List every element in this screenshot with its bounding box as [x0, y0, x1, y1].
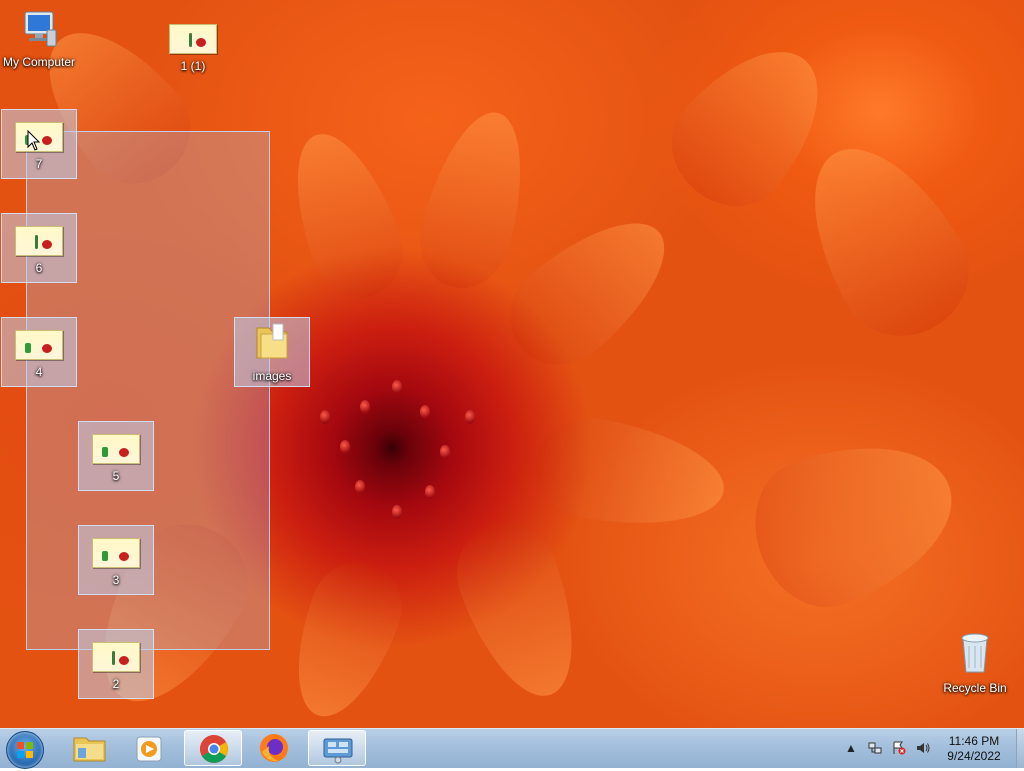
wallpaper-seed — [340, 440, 350, 454]
clock-time: 11:46 PM — [948, 734, 1000, 748]
desktop-icon-file-3[interactable]: 3 — [78, 525, 154, 595]
image-file-icon — [92, 434, 140, 464]
image-file-icon — [15, 330, 63, 360]
desktop-icon-label: 5 — [112, 469, 120, 483]
wallpaper-petal — [408, 101, 542, 299]
computer-icon — [24, 11, 57, 47]
desktop-icon-label: 2 — [112, 677, 120, 691]
image-file-icon — [92, 642, 140, 672]
desktop-icon-label: My Computer — [2, 55, 76, 69]
desktop-icon-file-2[interactable]: 2 — [78, 629, 154, 699]
taskbar-firefox[interactable] — [245, 730, 303, 766]
network-icon[interactable] — [868, 741, 882, 755]
wallpaper-petal — [488, 193, 692, 387]
mouse-cursor-icon — [27, 130, 41, 151]
chrome-icon — [200, 735, 228, 763]
wallpaper-petal — [735, 415, 975, 625]
taskbar-media-player[interactable] — [120, 730, 178, 766]
wallpaper-petal — [275, 549, 415, 728]
wallpaper-seed — [420, 405, 430, 419]
image-file-icon — [15, 226, 63, 256]
recycle-bin-icon — [961, 633, 989, 673]
media-player-icon — [136, 736, 162, 762]
volume-icon[interactable] — [916, 741, 930, 755]
desktop-icon-recycle-bin[interactable]: Recycle Bin — [937, 630, 1013, 695]
desktop-icon-label: Recycle Bin — [943, 681, 1007, 695]
desktop-icon-label: 6 — [35, 261, 43, 275]
show-desktop-button[interactable] — [1016, 729, 1024, 768]
desktop-icon-label: 4 — [35, 365, 43, 379]
taskbar-chrome[interactable] — [184, 730, 242, 766]
desktop-icon-file-4[interactable]: 4 — [1, 317, 77, 387]
image-file-icon — [169, 24, 217, 54]
desktop[interactable]: My Computer 1 (1) 7 6 4 images 5 3 2 Rec… — [0, 0, 1024, 728]
desktop-icon-file-5[interactable]: 5 — [78, 421, 154, 491]
taskbar-clock[interactable]: 11:46 PM 9/24/2022 — [934, 734, 1014, 764]
wallpaper-seed — [392, 505, 402, 519]
desktop-icon-label: images — [252, 369, 292, 383]
desktop-icon-label: 1 (1) — [180, 59, 206, 73]
action-center-icon[interactable] — [892, 741, 906, 755]
wallpaper-seed — [440, 445, 450, 459]
desktop-icon-my-computer[interactable]: My Computer — [1, 8, 77, 69]
desktop-icon-label: 7 — [35, 157, 43, 171]
firefox-icon — [260, 734, 288, 762]
desktop-icon-file-6[interactable]: 6 — [1, 213, 77, 283]
clock-date: 9/24/2022 — [947, 749, 1001, 763]
windows-logo-icon — [17, 742, 33, 758]
desktop-icon-file-1-1[interactable]: 1 (1) — [155, 14, 231, 73]
taskbar-control-panel[interactable] — [308, 730, 366, 766]
start-button[interactable] — [6, 731, 44, 769]
control-panel-icon — [323, 738, 353, 764]
wallpaper-petal — [778, 120, 992, 360]
desktop-icon-label: 3 — [112, 573, 120, 587]
wallpaper-petal — [442, 508, 598, 712]
wallpaper-seed — [360, 400, 370, 414]
wallpaper-seed — [465, 410, 475, 424]
folder-icon — [256, 323, 288, 359]
folder-icon — [73, 737, 106, 762]
wallpaper-petal — [273, 119, 417, 311]
wallpaper-seed — [320, 410, 330, 424]
desktop-icon-folder-images[interactable]: images — [234, 317, 310, 387]
show-hidden-icons-button[interactable]: ▲ — [844, 741, 858, 755]
taskbar: ▲ 11:46 PM 9/24/2022 — [0, 728, 1024, 769]
taskbar-windows-explorer[interactable] — [60, 730, 118, 766]
wallpaper-petal — [527, 409, 733, 541]
wallpaper-seed — [425, 485, 435, 499]
image-file-icon — [92, 538, 140, 568]
wallpaper-seed — [392, 380, 402, 394]
wallpaper-seed — [355, 480, 365, 494]
